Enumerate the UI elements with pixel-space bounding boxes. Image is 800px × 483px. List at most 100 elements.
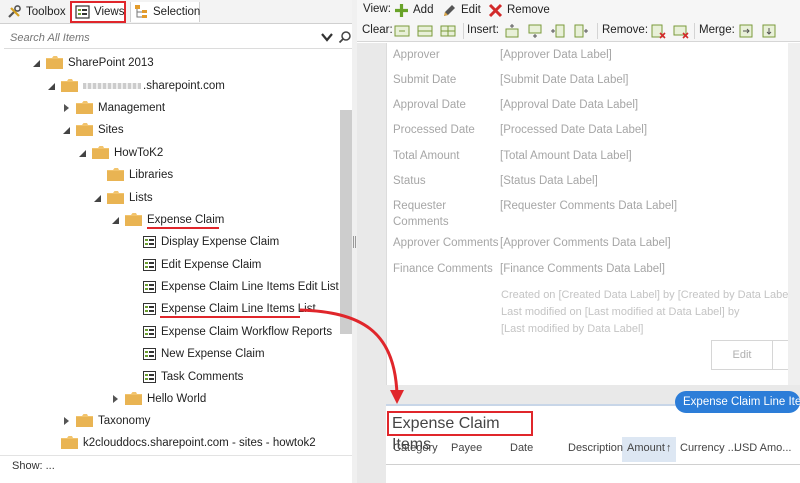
folder-icon: [76, 123, 93, 136]
column-header-amount[interactable]: Amount: [627, 442, 665, 454]
search-icon[interactable]: [338, 30, 352, 44]
expanded-arrow-icon[interactable]: [78, 149, 86, 157]
merge-cells-icon[interactable]: [738, 23, 754, 39]
expense-claim-items-panel: Expense Claim Line Items Expense Claim I…: [386, 391, 800, 483]
field-label: Comments: [393, 216, 449, 228]
field-data-label[interactable]: [Approver Comments Data Label]: [500, 237, 671, 249]
field-label: Status: [393, 175, 426, 187]
insert-label: Insert:: [467, 24, 499, 36]
add-button-label: Add: [413, 4, 434, 16]
field-data-label[interactable]: [Submit Date Data Label]: [500, 74, 629, 86]
plus-icon: [395, 4, 408, 17]
view-icon: [143, 371, 156, 383]
tree-node-label: Sites: [98, 124, 124, 136]
column-header-currency[interactable]: Currency ...: [680, 442, 737, 454]
field-data-label[interactable]: [Finance Comments Data Label]: [500, 263, 665, 275]
edit-button-label: Edit: [461, 4, 481, 16]
field-data-label[interactable]: [Approver Data Label]: [500, 49, 612, 61]
folder-icon: [107, 191, 124, 204]
insert-column-left-icon[interactable]: [550, 23, 566, 39]
annotation-underline: [147, 227, 219, 229]
tab-selection[interactable]: Selection: [130, 2, 200, 22]
merge-label: Merge:: [699, 24, 735, 36]
field-label: Approver Comments: [393, 237, 499, 249]
field-label: Finance Comments: [393, 263, 493, 275]
remove-button-label: Remove: [507, 4, 550, 16]
edit-button[interactable]: Edit: [442, 2, 481, 18]
expanded-arrow-icon[interactable]: [47, 82, 55, 90]
remove-button[interactable]: Remove: [488, 2, 550, 18]
merge-rows-icon[interactable]: [761, 23, 777, 39]
insert-column-right-icon[interactable]: [573, 23, 589, 39]
divider: [0, 455, 356, 456]
folder-icon: [61, 79, 78, 92]
expanded-arrow-icon[interactable]: [62, 126, 70, 134]
views-icon: [75, 5, 90, 19]
view-icon: [143, 236, 156, 248]
tab-selection-label: Selection: [153, 6, 201, 18]
tree-scrollbar[interactable]: [340, 110, 352, 334]
tree-node-label: Libraries: [129, 169, 174, 181]
view-toolbar-label: View:: [363, 3, 391, 15]
field-label: Total Amount: [393, 150, 460, 162]
field-data-label[interactable]: [Processed Date Data Label]: [500, 124, 647, 136]
column-header-date[interactable]: Date: [510, 442, 533, 454]
column-header-description[interactable]: Description: [568, 442, 623, 454]
folder-icon: [125, 392, 142, 405]
collapsed-arrow-icon[interactable]: [111, 395, 119, 403]
tab-views[interactable]: Views: [70, 1, 126, 23]
clear-cell-icon[interactable]: [394, 23, 410, 39]
expanded-arrow-icon[interactable]: [93, 194, 101, 202]
left-pane: Toolbox Views Selection Search All Items…: [0, 0, 356, 483]
item-tree: SharePoint 2013 .sharepoint.com Manageme…: [0, 50, 340, 455]
design-canvas: Approver [Approver Data Label] Submit Da…: [357, 43, 800, 483]
remove-row-icon[interactable]: [673, 23, 689, 39]
tree-node-label: .sharepoint.com: [143, 80, 225, 92]
clear-table-icon[interactable]: [440, 23, 456, 39]
column-header-category[interactable]: Category: [393, 442, 438, 454]
sort-arrow-icon[interactable]: ↑: [666, 442, 672, 454]
view-name-pill[interactable]: Expense Claim Line Items: [675, 391, 800, 413]
divider: [463, 23, 464, 39]
insert-row-above-icon[interactable]: [504, 23, 520, 39]
pencil-icon: [444, 5, 455, 16]
footer-modified-by: [Last modified by Data Label]: [501, 323, 644, 335]
tab-toolbox-label: Toolbox: [26, 6, 66, 18]
field-data-label[interactable]: [Approval Date Data Label]: [500, 99, 638, 111]
form-edit-button[interactable]: Edit: [711, 340, 773, 370]
field-data-label[interactable]: [Requester Comments Data Label]: [500, 200, 677, 212]
view-icon: [143, 259, 156, 271]
tree-node-label: Edit Expense Claim: [161, 259, 262, 271]
view-toolbar: View: Add Edit Remove: [357, 0, 800, 20]
insert-row-below-icon[interactable]: [527, 23, 543, 39]
folder-icon: [92, 146, 109, 159]
add-button[interactable]: Add: [394, 2, 433, 18]
search-input[interactable]: [10, 29, 300, 47]
footer-created: Created on [Created Data Label] by [Crea…: [501, 289, 794, 301]
view-icon: [143, 281, 156, 293]
collapsed-arrow-icon[interactable]: [62, 417, 70, 425]
tools-icon: [8, 5, 21, 18]
tree-node-label: Task Comments: [161, 371, 244, 383]
expanded-arrow-icon[interactable]: [32, 59, 40, 67]
chevron-down-icon[interactable]: [320, 30, 334, 44]
field-label: Approval Date: [393, 99, 466, 111]
collapsed-arrow-icon[interactable]: [62, 104, 70, 112]
field-data-label[interactable]: [Total Amount Data Label]: [500, 150, 632, 162]
tree-node-label: Lists: [129, 192, 153, 204]
column-header-usd-amount[interactable]: USD Amo...: [734, 442, 791, 454]
tab-bar: Toolbox Views Selection: [0, 0, 356, 24]
column-header-payee[interactable]: Payee: [451, 442, 482, 454]
remove-column-icon[interactable]: [650, 23, 666, 39]
tree-node-label: Management: [98, 102, 166, 114]
clear-label: Clear:: [362, 24, 393, 36]
clear-row-icon[interactable]: [417, 23, 433, 39]
items-title: Expense Claim Items: [387, 411, 533, 453]
show-filter[interactable]: Show: ...: [12, 460, 55, 472]
tab-toolbox[interactable]: Toolbox: [4, 2, 68, 22]
expanded-arrow-icon[interactable]: [111, 216, 119, 224]
field-data-label[interactable]: [Status Data Label]: [500, 175, 598, 187]
canvas-scrollbar[interactable]: [788, 43, 800, 385]
divider: [597, 23, 598, 39]
splitter-grip: [353, 236, 356, 248]
